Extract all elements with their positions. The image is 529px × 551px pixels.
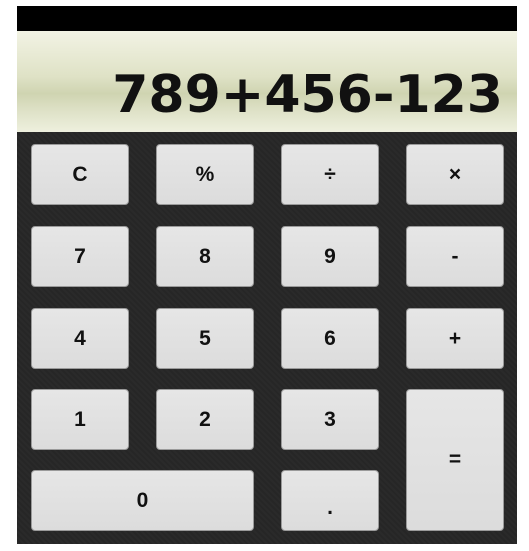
decimal-button[interactable]: .: [281, 470, 379, 531]
one-button[interactable]: 1: [31, 389, 129, 450]
minus-button-label: -: [451, 244, 459, 268]
plus-button-label: +: [448, 326, 462, 350]
two-button[interactable]: 2: [156, 389, 254, 450]
seven-button-label: 7: [74, 244, 86, 268]
three-button-label: 3: [324, 407, 336, 431]
clear-button[interactable]: C: [31, 144, 129, 205]
minus-button[interactable]: -: [406, 226, 504, 287]
zero-button-label: 0: [136, 488, 149, 512]
percent-button[interactable]: %: [156, 144, 254, 205]
three-button[interactable]: 3: [281, 389, 379, 450]
four-button[interactable]: 4: [31, 308, 129, 369]
four-button-label: 4: [74, 326, 86, 350]
divide-button[interactable]: ÷: [281, 144, 379, 205]
nine-button[interactable]: 9: [281, 226, 379, 287]
calculator-display: 789+456-123: [17, 31, 517, 132]
seven-button[interactable]: 7: [31, 226, 129, 287]
calculator: 789+456-123 C % ÷ × 7 8 9 - 4 5 6 + 1 2 …: [17, 6, 517, 544]
two-button-label: 2: [199, 407, 211, 431]
divide-button-label: ÷: [324, 162, 336, 186]
equals-button-label: =: [448, 448, 462, 471]
clear-button-label: C: [72, 162, 88, 186]
zero-button[interactable]: 0: [31, 470, 254, 531]
five-button[interactable]: 5: [156, 308, 254, 369]
keypad: C % ÷ × 7 8 9 - 4 5 6 + 1 2 3 = 0 .: [17, 132, 517, 544]
equals-button[interactable]: =: [406, 389, 504, 531]
display-expression: 789+456-123: [112, 65, 503, 125]
six-button[interactable]: 6: [281, 308, 379, 369]
title-bar: [17, 6, 517, 31]
multiply-button[interactable]: ×: [406, 144, 504, 205]
one-button-label: 1: [74, 407, 86, 431]
decimal-button-label: .: [327, 495, 333, 519]
six-button-label: 6: [324, 326, 336, 350]
plus-button[interactable]: +: [406, 308, 504, 369]
percent-button-label: %: [195, 162, 215, 186]
eight-button-label: 8: [199, 244, 211, 268]
nine-button-label: 9: [324, 244, 336, 268]
five-button-label: 5: [199, 326, 211, 350]
multiply-button-label: ×: [448, 162, 462, 186]
eight-button[interactable]: 8: [156, 226, 254, 287]
